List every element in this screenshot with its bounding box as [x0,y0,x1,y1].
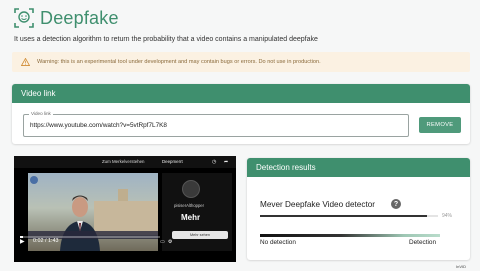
tool-description: It uses a detection algorithm to return … [14,36,318,43]
play-icon[interactable]: ▶ [20,238,25,245]
video-title-secondary: Deepmerrt [162,159,183,164]
channel-logo [30,176,38,184]
video-link-input[interactable] [30,122,400,129]
app-title: Deepfake [40,7,119,28]
building-shape [94,201,158,235]
warning-banner: Warning: this is an experimental tool un… [12,52,470,72]
side-label: Mehr [181,213,201,222]
channel-name: pisiserAlthopper [174,203,205,208]
clock-icon[interactable]: ◷ [212,159,216,165]
channel-avatar[interactable] [182,180,200,198]
help-icon[interactable]: ? [391,199,401,209]
video-title: Zum Merkelverstehen [102,159,145,164]
video-link-panel: Video link Video link REMOVE [12,84,470,144]
settings-icon[interactable]: ⚙ [168,239,172,245]
detection-results-header: Detection results [247,158,470,177]
footer-badge: InVID [456,264,467,269]
detector-name: Mever Deepfake Video detector [260,200,375,209]
presenter-figure [60,195,100,251]
score-bar [260,215,438,217]
video-player[interactable]: Zum Merkelverstehen Deepmerrt ◷ ➦ [14,156,236,262]
remove-button[interactable]: REMOVE [419,117,461,133]
score-bar-fill [260,215,428,217]
warning-text: Warning: this is an experimental tool un… [37,59,321,65]
app-header: Deepfake [14,7,119,29]
captions-icon[interactable]: ▭ [160,239,165,245]
video-link-header: Video link [12,84,470,103]
detection-results-panel: Detection results Mever Deepfake Video d… [247,158,470,260]
face-scan-icon [14,8,34,28]
score-percent: 94% [442,212,453,219]
side-button[interactable]: Mehr sehen [172,231,228,239]
video-time: 0:02 / 1:43 [33,238,59,244]
video-link-field[interactable]: Video link [23,111,409,137]
scale-right-label: Detection [409,239,436,246]
video-link-field-label: Video link [29,111,53,116]
detection-scale [260,234,440,237]
scale-left-label: No detection [260,239,296,246]
share-icon[interactable]: ➦ [224,159,228,165]
warning-icon [21,58,30,66]
